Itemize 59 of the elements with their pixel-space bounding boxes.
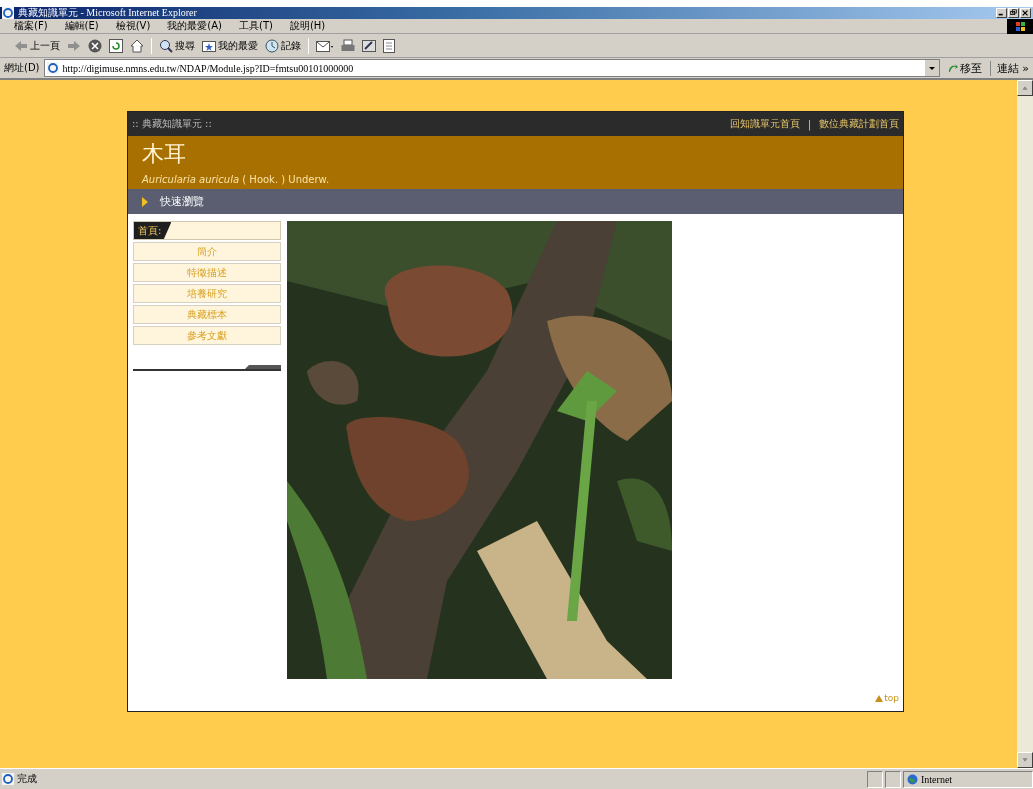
scroll-up-button[interactable]	[1017, 80, 1033, 96]
menu-item[interactable]: 說明(H)	[289, 19, 326, 33]
printer-icon	[341, 38, 355, 53]
separator-text: |	[807, 118, 811, 130]
mail-button[interactable]	[316, 38, 334, 53]
dropdown-button[interactable]	[924, 60, 939, 76]
zone-indicator: Internet	[903, 770, 1033, 788]
history-clock-icon	[265, 38, 279, 53]
window-title: 典藏知識單元 - Microsoft Internet Explorer	[18, 6, 197, 20]
favorites-button[interactable]: 我的最愛	[202, 38, 258, 53]
status-pane	[867, 770, 883, 788]
page-title: 木耳	[142, 140, 187, 168]
history-button[interactable]: 記錄	[265, 38, 301, 53]
refresh-button[interactable]	[109, 38, 123, 53]
address-field[interactable]: http://digimuse.nmns.edu.tw/NDAP/Module.jsp?ID=fmtsu00101000000	[43, 59, 940, 77]
forward-arrow-icon	[67, 39, 81, 52]
print-button[interactable]	[341, 38, 355, 53]
menu-item[interactable]: 檢視(V)	[115, 19, 151, 33]
stop-button[interactable]	[88, 38, 102, 53]
refresh-icon	[109, 38, 123, 53]
back-button[interactable]: 上一頁	[14, 38, 60, 53]
page-icon	[2, 773, 14, 785]
status-pane	[885, 770, 901, 788]
minimize-button[interactable]	[996, 8, 1007, 18]
globe-icon	[907, 773, 918, 785]
home-icon	[130, 38, 144, 53]
search-button[interactable]: 搜尋	[159, 38, 195, 53]
back-arrow-icon	[14, 39, 28, 52]
page-icon	[46, 62, 59, 74]
triangle-icon	[142, 196, 148, 207]
header-link[interactable]: 數位典藏計劃首頁	[819, 117, 899, 131]
menu-item[interactable]: 工具(T)	[239, 19, 273, 33]
menu-item[interactable]: 編輯(E)	[64, 19, 99, 33]
quick-browse-label: 快速瀏覽	[160, 194, 204, 209]
section-title: :: 典藏知識單元 ::	[132, 117, 212, 131]
mail-icon	[316, 38, 334, 53]
stop-icon	[88, 38, 102, 53]
triangle-icon	[875, 694, 884, 702]
address-label: 網址(D)	[4, 61, 40, 75]
menu-item[interactable]: 我的最愛(A)	[167, 19, 222, 33]
document-icon	[383, 38, 395, 53]
restore-button[interactable]	[1008, 8, 1019, 18]
menu-item[interactable]: 檔案(F)	[14, 19, 48, 33]
search-icon	[159, 38, 173, 53]
scientific-name: Auricularia auricula ( Hook. ) Underw.	[142, 174, 331, 185]
discuss-button[interactable]	[383, 38, 395, 53]
folder-star-icon	[202, 39, 216, 52]
go-button[interactable]: 移至	[943, 60, 991, 76]
status-text: 完成	[17, 772, 37, 786]
links-button[interactable]: 連結 »	[994, 60, 1031, 76]
go-arrow-icon	[947, 63, 958, 73]
scrollbar[interactable]	[1017, 80, 1033, 768]
home-button[interactable]	[130, 38, 144, 53]
header-link[interactable]: 回知識單元首頁	[729, 117, 800, 131]
edit-icon	[362, 38, 376, 53]
page-icon	[2, 7, 14, 19]
close-button[interactable]	[1020, 8, 1031, 18]
scroll-down-button[interactable]	[1017, 752, 1033, 768]
edit-button[interactable]	[362, 38, 376, 53]
